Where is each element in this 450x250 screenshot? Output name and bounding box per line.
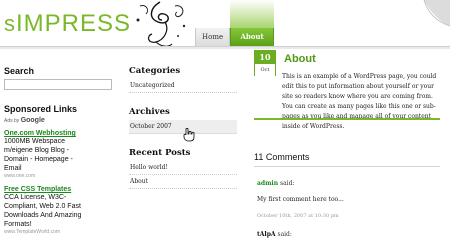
active-tab-highlight — [230, 0, 274, 28]
left-sidebar: Search Sponsored Links Ads by Google One… — [4, 66, 114, 235]
ad-line: Formats! — [4, 221, 32, 228]
comment-author-link[interactable]: admin — [257, 180, 278, 187]
ad-title-link[interactable]: Free CSS Templates — [4, 186, 114, 193]
search-input[interactable] — [4, 79, 112, 90]
recent-post-link[interactable]: About — [129, 175, 237, 189]
sponsored-heading: Sponsored Links — [4, 104, 78, 114]
ad-line: Downloads And Amazing — [4, 212, 82, 219]
swirl-ornament — [136, 1, 186, 47]
ad-block: One.com Webhosting 1000MB Webspace m/eig… — [4, 130, 114, 179]
header-divider — [0, 46, 450, 49]
ad-line: CCA License, W3C- — [4, 194, 67, 201]
ads-by-google[interactable]: Ads by Google — [4, 117, 114, 124]
archives-heading: Archives — [129, 107, 170, 117]
category-link[interactable]: Uncategorized — [129, 79, 237, 93]
categories-heading: Categories — [129, 66, 181, 76]
tab-home[interactable]: Home — [195, 28, 231, 46]
ad-line: Compliant, Web 2.0 Fast — [4, 203, 81, 210]
date-day: 10 — [255, 51, 275, 64]
comment-author: admin said: — [257, 180, 294, 187]
recent-posts-heading: Recent Posts — [129, 148, 191, 158]
recent-post-link[interactable]: Hello world! — [129, 161, 237, 175]
ad-block: Free CSS Templates CCA License, W3C- Com… — [4, 186, 114, 235]
comments-heading: 11 Comments — [254, 152, 310, 162]
post-body: This is an example of a WordPress page, … — [282, 73, 437, 130]
content-divider — [254, 118, 440, 120]
comments-divider — [254, 166, 440, 167]
site-header: sIMPRESS Home About — [0, 0, 450, 47]
comment-author-name: tAlpA — [257, 231, 276, 238]
comment-text: My first comment here too... — [257, 196, 344, 203]
ad-line: 1000MB Webspace — [4, 138, 65, 145]
comment-date[interactable]: October 10th, 2007 at 10:30 pm — [257, 213, 339, 219]
post-title[interactable]: About — [284, 53, 316, 65]
comment-said: said: — [277, 231, 292, 238]
main-nav: Home About — [195, 28, 275, 46]
search-heading: Search — [4, 66, 35, 76]
tab-about[interactable]: About — [230, 28, 275, 46]
ad-url[interactable]: www.one.com — [4, 173, 114, 179]
page-curl-icon — [423, 0, 450, 27]
ad-line: Email — [4, 165, 22, 172]
date-badge: 10 Oct — [254, 50, 276, 76]
ad-url[interactable]: www.TemplateWorld.com — [4, 229, 114, 235]
site-logo[interactable]: sIMPRESS — [4, 10, 131, 38]
hand-cursor-icon — [183, 128, 195, 142]
comment-said: said: — [280, 180, 295, 187]
date-month: Oct — [255, 64, 275, 76]
ad-line: Domain - Homepage - — [4, 156, 73, 163]
ad-line: m/eigene Blog Blog - — [4, 147, 69, 154]
comment-author: tAlpA said: — [257, 231, 292, 238]
ad-title-link[interactable]: One.com Webhosting — [4, 130, 114, 137]
